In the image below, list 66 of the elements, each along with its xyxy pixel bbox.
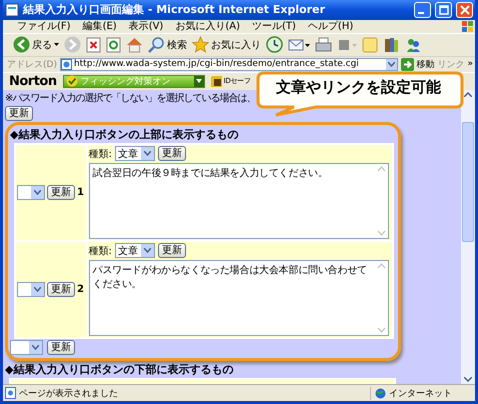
update-button[interactable]: 更新	[158, 243, 186, 258]
safe-icon	[210, 76, 222, 87]
menu-item[interactable]: 表示(V)	[122, 19, 170, 34]
more-chevron[interactable]: »	[467, 59, 473, 70]
window-title: 結果入力入り口画面編集 - Microsoft Internet Explorer	[23, 2, 326, 18]
status-text: ページが表示されました	[19, 388, 119, 400]
section-heading: ◆結果入力入り口ボタンの上部に表示するもの	[10, 127, 240, 142]
type-select[interactable]: 文章	[114, 146, 155, 162]
minimize-icon	[418, 12, 424, 14]
type-label: 種類:	[88, 244, 112, 258]
go-arrow-icon	[401, 58, 414, 71]
order-select[interactable]	[17, 185, 45, 200]
note-text: ※パスワード入力の選択で「しない」を選択している場合は、	[5, 92, 256, 106]
callout-text: 文章やリンクを設定可能	[276, 78, 441, 97]
search-button[interactable]: 検索	[148, 36, 187, 54]
order-select[interactable]	[17, 282, 45, 298]
dropdown-arrow-icon	[196, 79, 202, 84]
page-icon	[60, 58, 72, 70]
menu-item[interactable]: ファイル(F)	[11, 19, 77, 34]
stop-icon[interactable]	[86, 36, 101, 53]
menu-item[interactable]: 編集(E)	[76, 19, 123, 34]
row-number: 1	[77, 187, 84, 198]
update-button[interactable]: 更新	[5, 106, 33, 122]
messenger-icon[interactable]	[405, 36, 422, 53]
close-button[interactable]	[456, 2, 473, 18]
favorites-button[interactable]: お気に入り	[192, 36, 261, 54]
check-icon	[66, 75, 78, 88]
update-button[interactable]: 更新	[47, 282, 75, 298]
search-icon	[148, 36, 165, 54]
windows-flag-icon	[461, 20, 475, 33]
scroll-up-icon	[464, 92, 472, 98]
go-button[interactable]: 移動	[401, 58, 434, 71]
close-icon	[460, 4, 470, 15]
update-button[interactable]: 更新	[47, 185, 75, 200]
page-status-icon	[5, 387, 16, 400]
maximize-button[interactable]	[435, 2, 452, 18]
norton-logo: Norton	[9, 74, 57, 89]
history-icon[interactable]	[266, 36, 283, 54]
text-area[interactable]: パスワードがわからなくなった場合は大会本部に問い合わせてください。	[88, 260, 389, 336]
section-heading: ◆結果入力入り口ボタンの下部に表示するもの	[5, 362, 234, 378]
maximize-icon	[438, 4, 448, 15]
order-select[interactable]	[10, 340, 43, 356]
text-area[interactable]: 試合翌日の午後９時までに結果を入力してください。	[88, 163, 389, 240]
refresh-icon[interactable]	[106, 36, 121, 53]
minimize-button[interactable]	[414, 2, 431, 18]
print-icon[interactable]	[315, 36, 332, 53]
type-label: 種類:	[88, 148, 112, 161]
globe-icon	[375, 388, 386, 399]
type-select[interactable]: 文章	[114, 243, 155, 258]
zone-text: インターネット	[389, 388, 452, 400]
scrollbar[interactable]	[461, 90, 475, 384]
window-icon	[5, 2, 19, 17]
update-button[interactable]: 更新	[158, 146, 186, 162]
home-icon[interactable]	[126, 36, 143, 53]
row-number: 2	[77, 284, 84, 296]
star-icon	[192, 36, 209, 54]
address-label: アドレス(D)	[7, 58, 57, 71]
scroll-down-icon	[464, 377, 472, 382]
mail-icon[interactable]	[288, 36, 310, 53]
menu-item[interactable]: ヘルプ(H)	[302, 19, 360, 34]
address-field[interactable]: http://www.wada-system.jp/cgi-bin/resdemo/entrance_state.cgi	[60, 58, 398, 71]
menu-item[interactable]: ツール(T)	[246, 19, 302, 34]
menu-item[interactable]: お気に入り(A)	[169, 19, 246, 34]
back-button[interactable]: 戻る	[13, 36, 59, 54]
update-button[interactable]: 更新	[47, 340, 75, 356]
caret-icon	[54, 42, 59, 47]
